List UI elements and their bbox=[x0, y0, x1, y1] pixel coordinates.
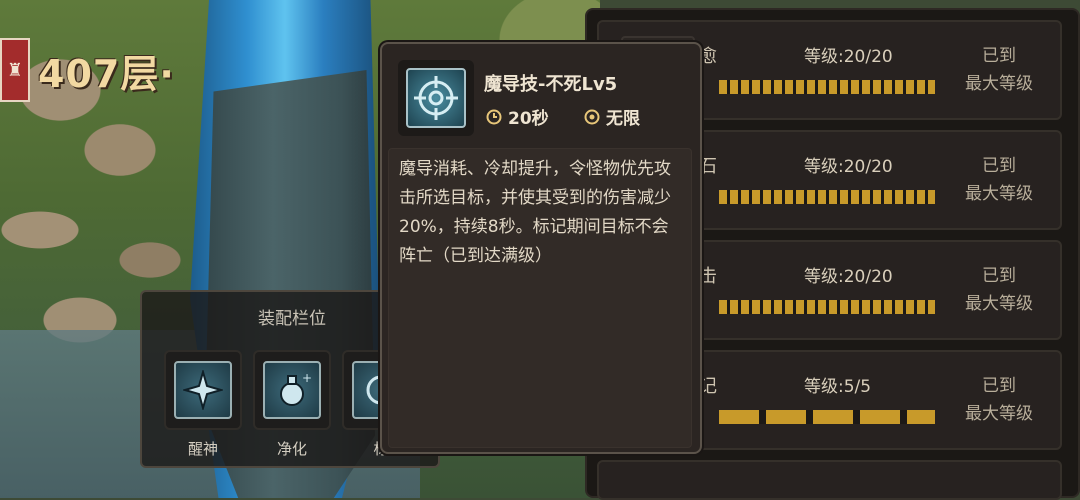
status-line-2: 最大等级 bbox=[965, 74, 1033, 94]
equip-slot-2[interactable]: + bbox=[253, 350, 331, 430]
skill-status: 已到 最大等级 bbox=[944, 152, 1054, 208]
skill-level-progress bbox=[719, 300, 935, 314]
tooltip-title: 魔导技-不死Lv5 bbox=[484, 74, 618, 95]
floor-label: 407层· bbox=[38, 51, 175, 96]
status-line-2: 最大等级 bbox=[965, 184, 1033, 204]
crosshair-target-icon bbox=[406, 68, 466, 128]
skill-level-progress bbox=[719, 80, 935, 94]
skill-level-progress bbox=[719, 190, 935, 204]
skill-level: 等级:20/20 bbox=[804, 47, 893, 67]
status-line-1: 已到 bbox=[982, 156, 1016, 176]
banner-icon: ♜ bbox=[0, 38, 30, 102]
skill-level: 等级:5/5 bbox=[804, 377, 872, 397]
skill-level: 等级:20/20 bbox=[804, 157, 893, 177]
status-line-1: 已到 bbox=[982, 46, 1016, 66]
status-line-1: 已到 bbox=[982, 376, 1016, 396]
status-line-2: 最大等级 bbox=[965, 404, 1033, 424]
equip-slot-1[interactable] bbox=[164, 350, 242, 430]
star-burst-skill-icon bbox=[174, 361, 232, 419]
equip-slot-1-label: 醒神 bbox=[187, 440, 218, 458]
tooltip-description: 魔导消耗、冷却提升，令怪物优先攻击所选目标，并使其受到的伤害减少20%，持续8秒… bbox=[388, 148, 692, 448]
cooldown-info: 20秒 bbox=[486, 104, 549, 129]
tooltip-icon-frame bbox=[398, 60, 474, 136]
equip-slot-2-label: 净化 bbox=[276, 440, 307, 458]
svg-text:+: + bbox=[302, 371, 312, 385]
uses-info: 无限 bbox=[584, 104, 640, 129]
skill-status: 已到 最大等级 bbox=[944, 262, 1054, 318]
skill-level: 等级:20/20 bbox=[804, 267, 893, 287]
cooldown-value: 20秒 bbox=[508, 109, 549, 129]
target-rings-icon bbox=[584, 109, 600, 124]
skill-tooltip: 魔导技-不死Lv5 20秒 无限 魔导消耗、冷却提升，令怪物优先攻击所选目标，并… bbox=[380, 42, 702, 454]
status-line-2: 最大等级 bbox=[965, 294, 1033, 314]
skill-status: 已到 最大等级 bbox=[944, 42, 1054, 98]
uses-value: 无限 bbox=[606, 109, 640, 129]
status-line-1: 已到 bbox=[982, 266, 1016, 286]
floor-indicator: ♜ 407层· bbox=[0, 38, 175, 102]
skill-status: 已到 最大等级 bbox=[944, 372, 1054, 428]
skill-level-progress bbox=[719, 410, 935, 424]
potion-skill-icon: + bbox=[263, 361, 321, 419]
clock-icon bbox=[486, 109, 502, 124]
skill-row[interactable] bbox=[597, 460, 1062, 500]
